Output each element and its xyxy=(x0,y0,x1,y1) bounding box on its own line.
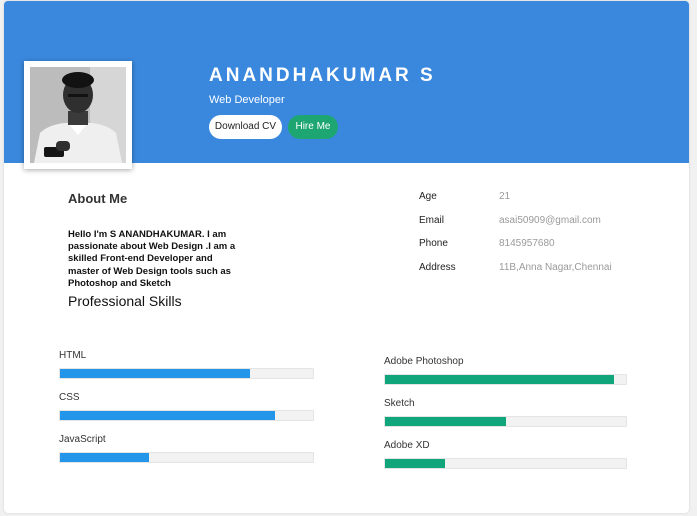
skill-bar-javascript xyxy=(59,452,314,463)
about-line: master of Web Design tools such as xyxy=(68,265,231,277)
skill-bar-html xyxy=(59,368,314,379)
about-line: passionate about Web Design .I am a xyxy=(68,241,236,253)
skill-fill xyxy=(60,369,250,378)
profile-role: Web Developer xyxy=(209,94,285,106)
skill-label-adobe-photoshop: Adobe Photoshop xyxy=(384,356,464,367)
info-label: Address xyxy=(419,262,456,273)
info-label: Email xyxy=(419,215,445,226)
skill-fill xyxy=(385,459,446,468)
profile-name: ANANDHAKUMAR S xyxy=(209,65,436,86)
skill-fill xyxy=(385,375,614,384)
skill-bar-sketch xyxy=(384,416,627,427)
info-value: asai50909@gmail.com xyxy=(499,215,601,226)
about-line: Photoshop and Sketch xyxy=(68,277,171,289)
skill-label-css: CSS xyxy=(59,392,80,403)
skill-fill xyxy=(385,417,506,426)
hire-me-button[interactable]: Hire Me xyxy=(288,115,338,139)
skill-label-adobe-xd: Adobe XD xyxy=(384,440,430,451)
info-value: 21 xyxy=(499,191,511,202)
skill-label-html: HTML xyxy=(59,350,87,361)
skill-bar-adobe-photoshop xyxy=(384,374,627,385)
download-cv-button[interactable]: Download CV xyxy=(209,115,282,139)
about-line: Hello I'm S ANANDHAKUMAR. I am xyxy=(68,229,227,240)
profile-photo-frame xyxy=(24,61,132,169)
info-value: 8145957680 xyxy=(499,238,555,249)
about-line: skilled Front-end Developer and xyxy=(68,253,213,265)
skill-fill xyxy=(60,411,276,420)
about-me-title: About Me xyxy=(68,191,128,206)
professional-skills-title: Professional Skills xyxy=(68,293,182,309)
skill-label-javascript: JavaScript xyxy=(59,434,106,445)
profile-card: ANANDHAKUMAR S Web Developer Download CV… xyxy=(4,1,689,513)
skill-bar-css xyxy=(59,410,314,421)
skill-label-sketch: Sketch xyxy=(384,398,415,409)
about-me-text: Hello I'm S ANANDHAKUMAR. I am passionat… xyxy=(68,229,248,290)
skill-fill xyxy=(60,453,149,462)
profile-photo xyxy=(30,67,126,163)
info-label: Phone xyxy=(419,238,448,249)
info-value: 11B,Anna Nagar,Chennai xyxy=(499,262,612,273)
person-photo-icon xyxy=(30,67,126,163)
info-label: Age xyxy=(419,191,437,202)
skill-bar-adobe-xd xyxy=(384,458,627,469)
